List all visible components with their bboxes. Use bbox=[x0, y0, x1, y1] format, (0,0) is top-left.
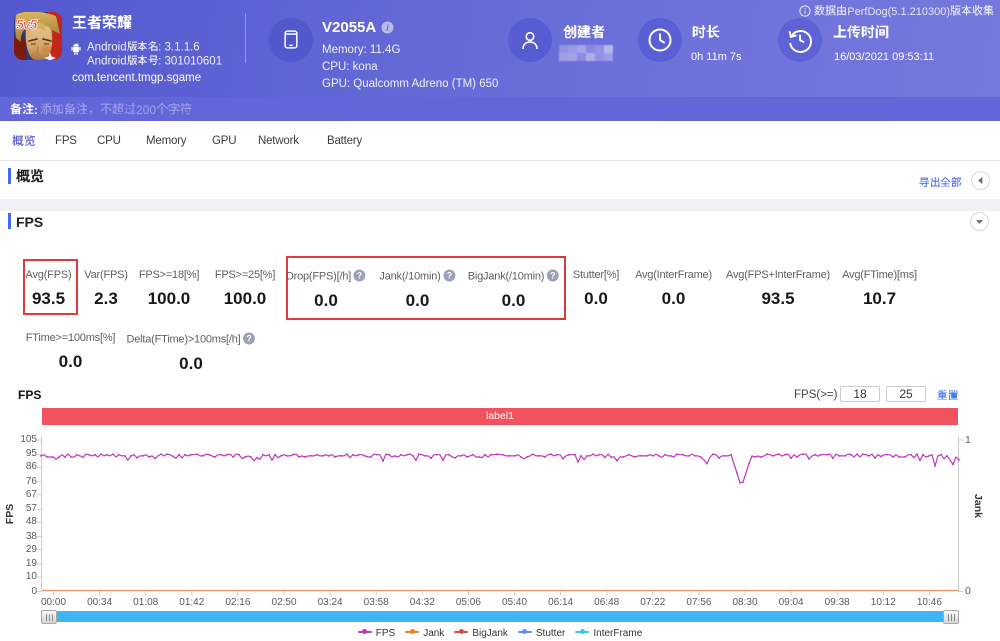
svg-text:?: ? bbox=[357, 271, 362, 281]
svg-text:?: ? bbox=[550, 271, 555, 281]
svg-text:?: ? bbox=[246, 334, 251, 344]
svg-text:?: ? bbox=[446, 271, 451, 281]
svg-text:5v5: 5v5 bbox=[16, 16, 38, 32]
